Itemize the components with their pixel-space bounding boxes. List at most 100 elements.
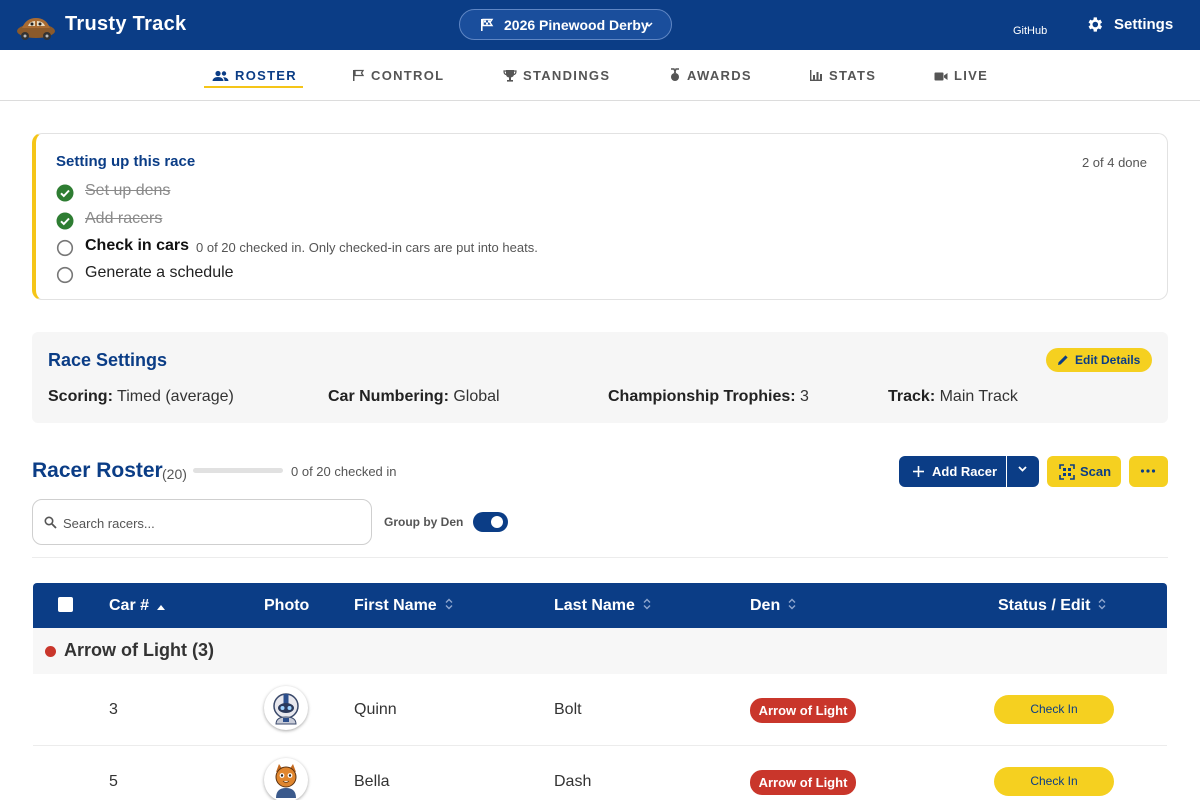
first-name: Quinn: [354, 701, 397, 718]
check-circle-icon: [56, 212, 74, 230]
roster-table-header: Car # Photo First Name Last Name Den Sta…: [33, 583, 1167, 628]
toggle-knob: [491, 516, 503, 528]
pencil-icon: [1058, 355, 1068, 365]
roster-title: Racer Roster: [32, 459, 163, 482]
race-selector-label: 2026 Pinewood Derby: [504, 17, 649, 33]
group-by-den-toggle[interactable]: [473, 512, 508, 532]
search-box: [32, 499, 372, 545]
column-car-number[interactable]: Car #: [109, 597, 166, 615]
check-in-progress-bar: [193, 468, 283, 473]
tab-awards-label: AWARDS: [687, 68, 752, 83]
first-name: Bella: [354, 773, 390, 790]
chevron-down-icon: [1018, 466, 1027, 472]
sort-icon: [445, 598, 453, 610]
more-options-button[interactable]: [1129, 456, 1168, 487]
empty-circle-icon: [56, 266, 74, 284]
sort-icon: [643, 598, 651, 610]
tab-live-label: LIVE: [954, 68, 989, 83]
tiger-avatar-icon[interactable]: [264, 758, 308, 800]
flag-icon: [481, 18, 494, 31]
den-group-name: Arrow of Light (3): [64, 640, 214, 660]
setting-championship-trophies: Championship Trophies: 3: [608, 388, 809, 405]
race-settings-title: Race Settings: [48, 350, 168, 370]
column-den[interactable]: Den: [750, 597, 796, 615]
sort-icon: [788, 598, 796, 610]
more-horizontal-icon: [1140, 469, 1156, 473]
column-status-edit[interactable]: Status / Edit: [998, 597, 1106, 615]
car-number: 5: [109, 773, 118, 790]
tab-standings[interactable]: STANDINGS: [503, 68, 610, 88]
group-by-den-label: Group by Den: [384, 515, 464, 529]
chevron-down-icon: [645, 22, 653, 28]
tab-control[interactable]: CONTROL: [352, 68, 444, 88]
setting-track: Track: Main Track: [888, 388, 1018, 405]
den-color-dot: [45, 646, 56, 657]
active-tab-indicator: [204, 86, 303, 88]
last-name: Bolt: [554, 701, 582, 718]
setup-step-label: Add racers: [85, 210, 163, 227]
den-group-header[interactable]: Arrow of Light (3): [33, 628, 1167, 674]
search-input[interactable]: [63, 512, 363, 534]
add-racer-button[interactable]: Add Racer: [899, 456, 1006, 487]
tab-live[interactable]: LIVE: [934, 68, 988, 88]
car-number: 3: [109, 701, 118, 718]
car-logo-icon[interactable]: [16, 9, 56, 41]
edit-details-label: Edit Details: [1075, 353, 1141, 367]
add-racer-menu-button[interactable]: [1007, 456, 1039, 487]
video-camera-icon: [934, 72, 948, 81]
astronaut-avatar-icon[interactable]: [264, 686, 308, 730]
column-last-name[interactable]: Last Name: [554, 597, 651, 615]
sort-icon: [1098, 598, 1106, 610]
tab-awards[interactable]: AWARDS: [669, 68, 752, 88]
last-name: Dash: [554, 773, 592, 790]
tab-bar: ROSTER CONTROL STANDINGS AWARDS STATS LI…: [0, 50, 1200, 101]
tab-roster[interactable]: ROSTER: [212, 68, 297, 88]
users-icon: [212, 70, 229, 81]
empty-circle-icon: [56, 239, 74, 257]
tab-stats[interactable]: STATS: [809, 68, 876, 88]
search-icon: [44, 516, 57, 529]
den-badge: Arrow of Light: [750, 698, 856, 723]
setting-scoring: Scoring: Timed (average): [48, 388, 234, 405]
divider: [32, 557, 1168, 558]
add-racer-label: Add Racer: [932, 464, 998, 479]
github-link[interactable]: GitHub: [1013, 25, 1047, 37]
setup-step-label: Check in cars: [85, 237, 190, 254]
setup-step-label: Set up dens: [85, 182, 171, 199]
setup-checklist-card: Setting up this race 2 of 4 done Set up …: [32, 133, 1168, 300]
bar-chart-icon: [810, 70, 822, 81]
settings-button[interactable]: Settings: [1114, 16, 1173, 33]
setup-title: Setting up this race: [56, 153, 196, 170]
column-photo: Photo: [264, 597, 310, 614]
medal-icon: [671, 68, 679, 81]
edit-details-button[interactable]: Edit Details: [1046, 348, 1152, 372]
checked-in-count: 0 of 20 checked in: [291, 464, 397, 479]
flag-icon: [353, 69, 365, 81]
table-row[interactable]: 3 Quinn Bolt Arrow of Light Check In: [33, 674, 1167, 746]
table-row[interactable]: 5 Bella Dash Arrow of Light Check In: [33, 746, 1167, 800]
tab-standings-label: STANDINGS: [523, 68, 611, 83]
tab-control-label: CONTROL: [371, 68, 445, 83]
check-in-button[interactable]: Check In: [994, 767, 1114, 796]
gear-icon[interactable]: [1085, 15, 1104, 34]
race-settings-card: Race Settings Edit Details Scoring: Time…: [32, 332, 1168, 423]
setup-progress: 2 of 4 done: [1081, 155, 1147, 170]
select-all-checkbox[interactable]: [58, 597, 73, 612]
race-selector[interactable]: 2026 Pinewood Derby: [459, 9, 672, 40]
setting-car-numbering: Car Numbering: Global: [328, 388, 500, 405]
setup-step-label: Generate a schedule: [85, 264, 234, 281]
check-circle-icon: [56, 184, 74, 202]
scan-button[interactable]: Scan: [1047, 456, 1121, 487]
app-title: Trusty Track: [65, 13, 187, 35]
setup-step-note: 0 of 20 checked in. Only checked-in cars…: [196, 240, 538, 255]
tab-stats-label: STATS: [829, 68, 877, 83]
den-badge: Arrow of Light: [750, 770, 856, 795]
column-first-name[interactable]: First Name: [354, 597, 453, 615]
roster-count: (20): [162, 466, 187, 482]
sort-ascending-icon: [157, 605, 166, 610]
check-in-button[interactable]: Check In: [994, 695, 1114, 724]
plus-icon: [913, 466, 924, 477]
scan-label: Scan: [1080, 464, 1112, 479]
tab-roster-label: ROSTER: [235, 68, 297, 83]
qr-scan-icon: [1059, 464, 1075, 480]
